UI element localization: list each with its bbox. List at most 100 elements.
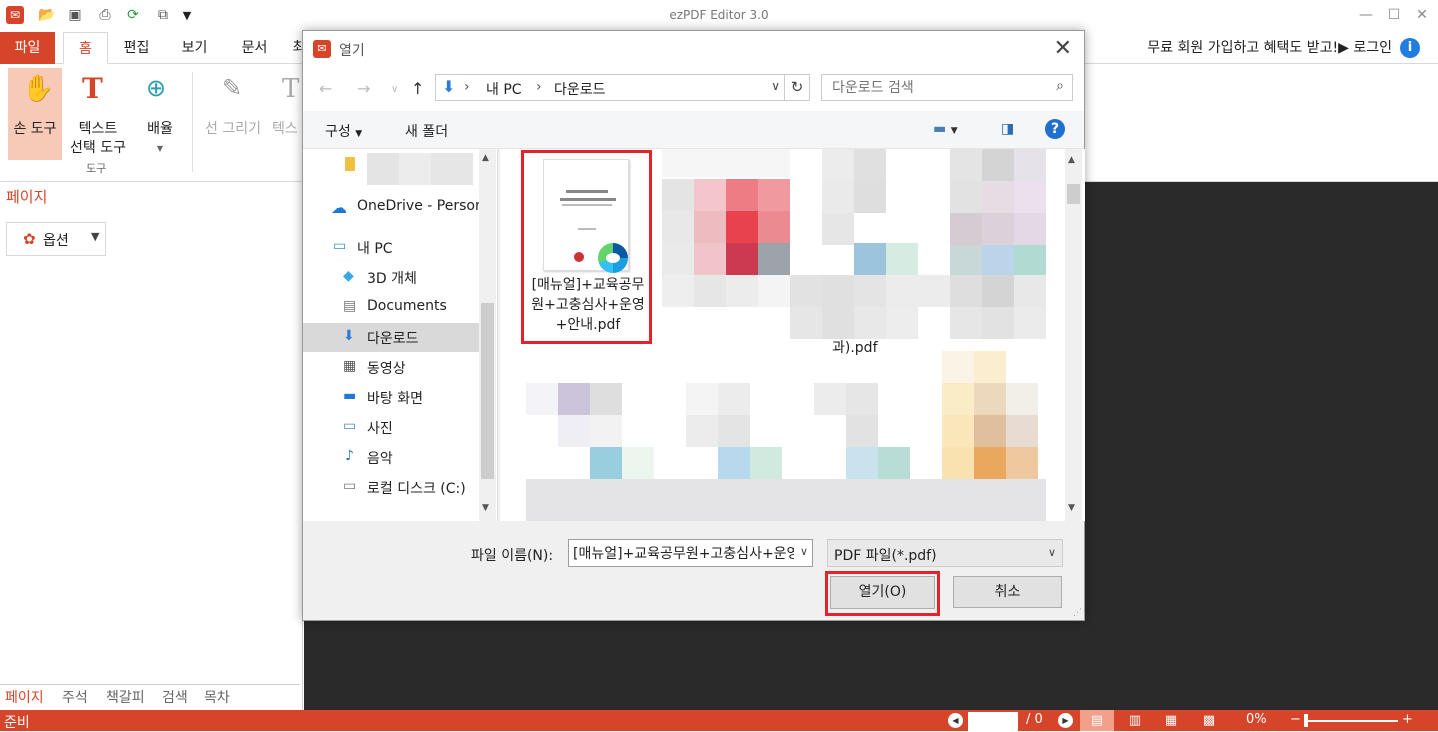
refresh-icon[interactable]: ↻ (784, 74, 810, 101)
organize-button[interactable]: 구성 ▼ (325, 121, 362, 141)
single-page-view-icon[interactable]: ▤ (1080, 710, 1114, 731)
blurred-block (854, 307, 886, 339)
resize-grip-icon[interactable]: ⋰ (1073, 608, 1082, 618)
zoom-slider-thumb[interactable] (1304, 714, 1308, 727)
nav-item-music[interactable]: ♪ 음악 (303, 443, 479, 472)
search-input[interactable] (822, 75, 1042, 100)
cancel-button[interactable]: 취소 (953, 576, 1062, 608)
blurred-block (942, 383, 974, 415)
tab-pages[interactable]: 페이지 (5, 687, 44, 707)
recent-dropdown-icon[interactable]: ∨ (391, 84, 398, 95)
page-number-input[interactable] (968, 712, 1018, 731)
tab-document[interactable]: 문서 (232, 32, 277, 64)
breadcrumb-separator-icon: › (536, 79, 542, 95)
blurred-block (846, 415, 878, 447)
view-mode-icon[interactable]: ▬ ▼ (933, 121, 958, 137)
tab-search[interactable]: 검색 (162, 687, 188, 707)
next-page-icon[interactable]: ▶ (1058, 713, 1073, 728)
blurred-block (822, 275, 854, 307)
nav-item-local-disk[interactable]: ▭ 로컬 디스크 (C:) (303, 473, 479, 502)
blurred-block (1014, 181, 1046, 213)
blurred-block (918, 275, 950, 307)
preview-pane-icon[interactable]: ◨ (1001, 121, 1014, 137)
draw-line-label: 선 그리기 (205, 121, 261, 137)
ribbon-divider (192, 72, 193, 172)
zoom-button[interactable]: ⊕ 배율 ▼ (138, 68, 182, 160)
file-list: 과).pdf [매뉴얼]+교육공무원+고충심사+운영+안내.pdf ▲ ▼ (500, 149, 1085, 521)
back-arrow-icon[interactable]: ← (319, 79, 332, 98)
chevron-down-icon[interactable]: ∨ (771, 79, 780, 93)
tab-bookmarks[interactable]: 책갈피 (106, 687, 145, 707)
scroll-thumb[interactable] (1067, 184, 1080, 204)
text-box-button[interactable]: T 텍스 (272, 68, 303, 160)
nav-item-downloads[interactable]: ⬇ 다운로드 (303, 323, 479, 352)
help-icon[interactable]: ? (1045, 119, 1065, 139)
nav-item-onedrive[interactable]: ☁ OneDrive - Person (303, 193, 484, 222)
up-arrow-icon[interactable]: ↑ (411, 79, 424, 98)
minimize-icon[interactable]: — (1352, 4, 1380, 26)
options-button[interactable]: ✿ 옵션 ▼ (6, 222, 106, 256)
nav-label: 바탕 화면 (367, 391, 423, 407)
nav-label: OneDrive - Person (357, 198, 484, 214)
file-scrollbar[interactable]: ▲ ▼ (1065, 149, 1082, 521)
forward-arrow-icon[interactable]: → (357, 79, 370, 98)
draw-line-button[interactable]: ✎ 선 그리기 (198, 68, 268, 160)
chevron-down-icon: ∨ (1047, 546, 1056, 559)
chevron-down-icon[interactable]: ∨ (800, 545, 808, 558)
search-box[interactable]: ⌕ (821, 74, 1073, 101)
tab-toc[interactable]: 목차 (204, 687, 230, 707)
blurred-block (718, 415, 750, 447)
nav-item-videos[interactable]: ▦ 동영상 (303, 353, 479, 382)
tab-view[interactable]: 보기 (172, 32, 217, 64)
close-icon[interactable]: ✕ (1054, 36, 1072, 61)
two-page-view-icon[interactable]: ▥ (1118, 710, 1152, 731)
tab-home[interactable]: 홈 (63, 32, 108, 64)
nav-item-documents[interactable]: ▤ Documents (303, 293, 479, 322)
maximize-icon[interactable]: ☐ (1380, 4, 1408, 26)
gear-icon: ✿ (23, 230, 36, 248)
promo-login-link[interactable]: 무료 회원 가입하고 혜택도 받고!▶ 로그인 (1147, 32, 1392, 64)
zoom-slider[interactable] (1306, 720, 1398, 722)
filetype-select[interactable]: PDF 파일(*.pdf) ∨ (827, 539, 1063, 567)
text-select-tool-button[interactable]: T 텍스트 선택 도구 (64, 68, 132, 160)
tab-file[interactable]: 파일 (0, 32, 55, 64)
nav-label: 다운로드 (367, 331, 419, 347)
scroll-thumb[interactable] (481, 303, 494, 479)
tab-annotations[interactable]: 주석 (62, 687, 88, 707)
open-button[interactable]: 열기(O) (830, 576, 935, 609)
filename-field[interactable]: ∨ (568, 539, 813, 567)
breadcrumb-downloads[interactable]: 다운로드 (554, 79, 606, 99)
pdf-file-item[interactable]: [매뉴얼]+교육공무원+고충심사+운영+안내.pdf (521, 150, 652, 344)
filetype-value: PDF 파일(*.pdf) (834, 548, 937, 564)
dialog-nav-bar: ← → ∨ ↑ ⬇ › 내 PC › 다운로드 ∨ ↻ ⌕ (303, 67, 1084, 111)
hand-tool-button[interactable]: ✋ 손 도구 (8, 68, 62, 160)
zoom-out-icon[interactable]: − (1290, 712, 1301, 727)
scroll-up-icon[interactable]: ▲ (1068, 155, 1075, 165)
address-bar[interactable]: ⬇ › 내 PC › 다운로드 ∨ (435, 74, 785, 101)
blurred-block (718, 383, 750, 415)
nav-item-3d-objects[interactable]: ◆ 3D 개체 (303, 263, 479, 292)
blurred-block (886, 307, 918, 339)
filename-input[interactable] (569, 540, 794, 566)
nav-item-my-pc[interactable]: ▭ 내 PC (303, 233, 479, 262)
disk-icon: ▭ (343, 478, 357, 494)
info-icon[interactable]: i (1400, 38, 1420, 58)
nav-item-desktop[interactable]: ▬ 바탕 화면 (303, 383, 479, 412)
tab-edit[interactable]: 편집 (114, 32, 159, 64)
blurred-block (526, 479, 1046, 521)
scroll-up-icon[interactable]: ▲ (482, 153, 489, 163)
blurred-block (558, 383, 590, 415)
breadcrumb-my-pc[interactable]: 내 PC (486, 79, 522, 99)
nav-scrollbar[interactable]: ▲ ▼ (479, 149, 496, 521)
grid-view-icon[interactable]: ▩ (1192, 710, 1226, 731)
nav-item-pictures[interactable]: ▭ 사진 (303, 413, 479, 442)
continuous-view-icon[interactable]: ▦ (1154, 710, 1188, 731)
new-folder-button[interactable]: 새 폴더 (405, 121, 448, 141)
scroll-down-icon[interactable]: ▼ (1068, 503, 1075, 513)
zoom-in-icon[interactable]: + (1402, 712, 1413, 727)
scroll-down-icon[interactable]: ▼ (482, 503, 489, 513)
close-icon[interactable]: ✕ (1408, 4, 1436, 26)
blurred-block (886, 243, 918, 275)
prev-page-icon[interactable]: ◀ (948, 713, 963, 728)
blurred-file-thumbnail[interactable] (662, 149, 790, 177)
